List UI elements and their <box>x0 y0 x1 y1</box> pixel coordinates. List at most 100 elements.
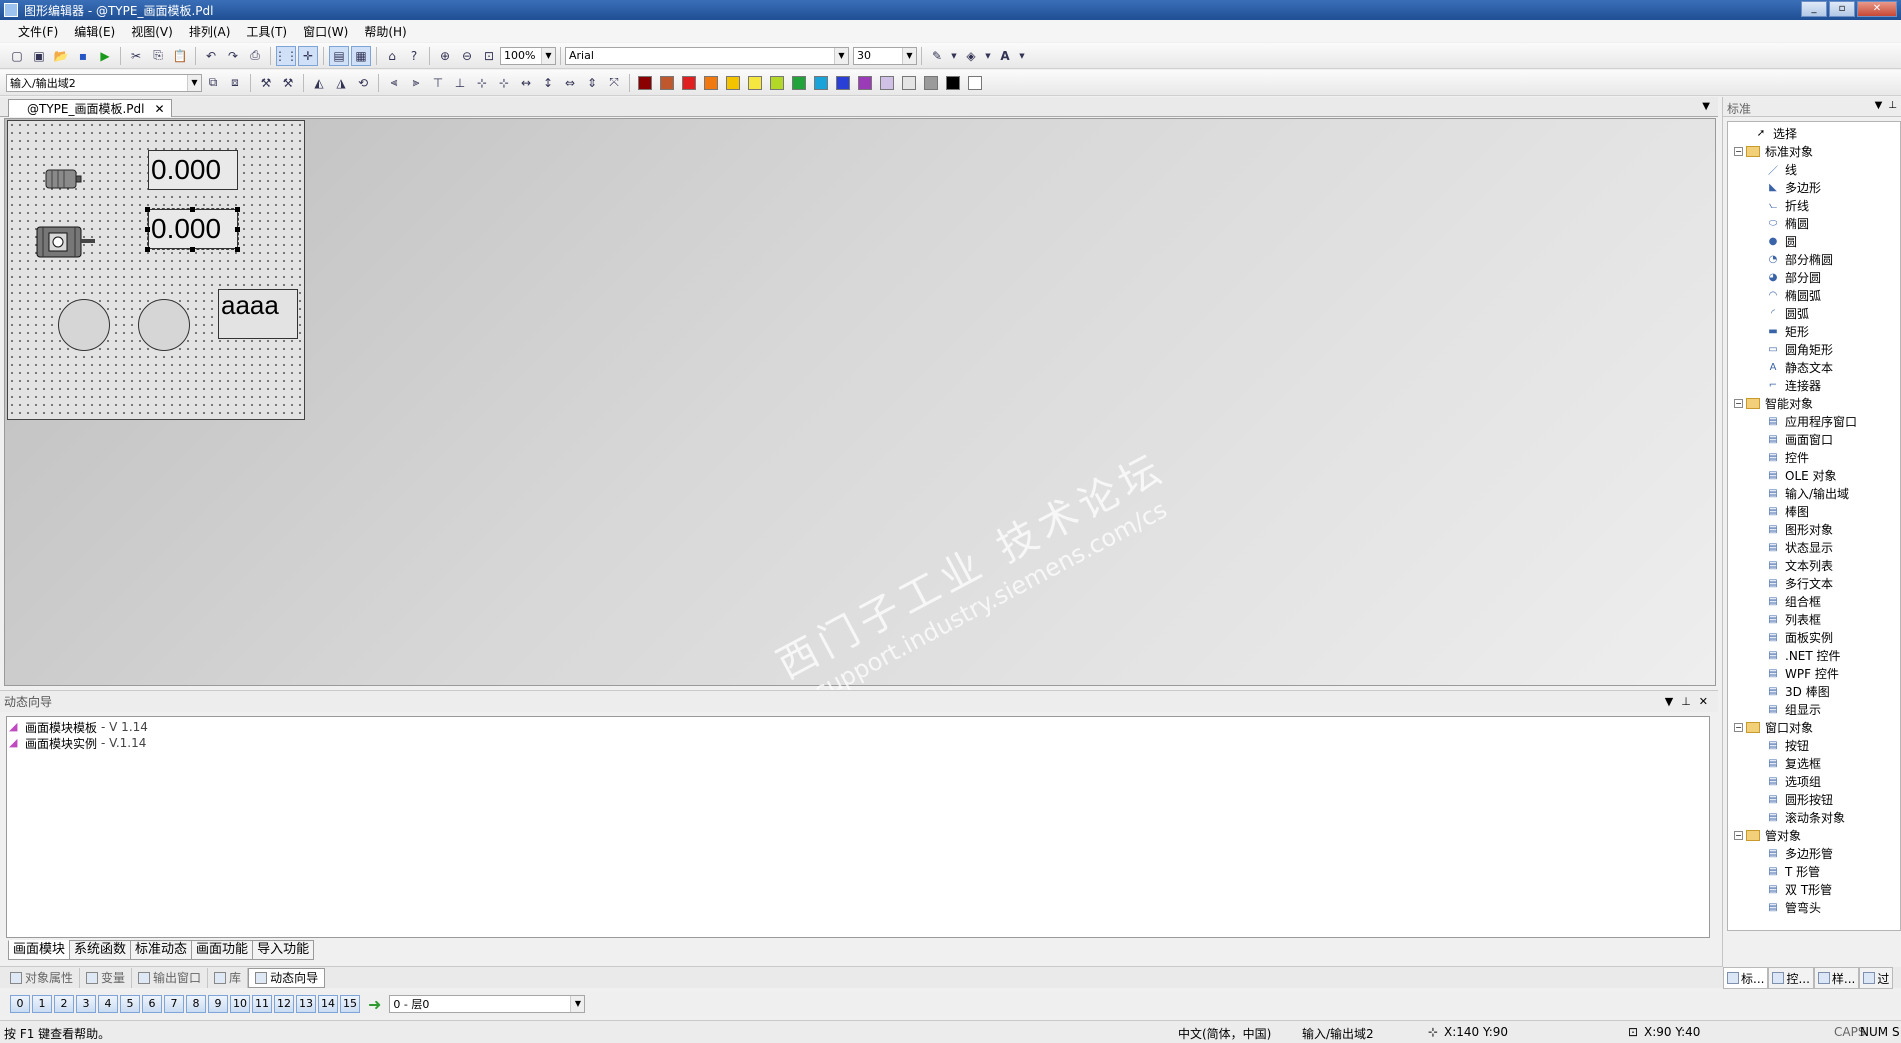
color-swatch[interactable] <box>638 75 652 90</box>
selection-handle[interactable] <box>190 207 195 212</box>
minimize-button[interactable]: _ <box>1801 1 1827 17</box>
circle-object[interactable] <box>138 299 190 351</box>
layer-button[interactable]: 13 <box>296 995 316 1013</box>
tree-item[interactable]: ／线 <box>1728 160 1900 178</box>
chevron-down-icon[interactable]: ▼ <box>949 46 959 66</box>
tree-group-standard[interactable]: − 标准对象 <box>1728 142 1900 160</box>
redo-icon[interactable]: ↷ <box>223 46 243 66</box>
same-size-icon[interactable]: ⤧ <box>604 73 624 93</box>
align-top-icon[interactable]: ⊤ <box>428 73 448 93</box>
collapse-icon[interactable]: − <box>1734 722 1743 732</box>
tree-item[interactable]: ▤ 圆形按钮 <box>1728 790 1900 808</box>
layer-button[interactable]: 9 <box>208 995 228 1013</box>
layers-icon[interactable]: ▤ <box>329 45 349 66</box>
zoom-combo[interactable]: 100% ▼ <box>500 46 556 65</box>
color-swatch[interactable] <box>748 75 762 90</box>
tree-item[interactable]: ▤ 图形对象 <box>1728 520 1900 538</box>
font-size-combo[interactable]: 30 ▼ <box>853 46 917 65</box>
tree-item[interactable]: ▤ 棒图 <box>1728 502 1900 520</box>
selection-handle[interactable] <box>235 207 240 212</box>
pin-icon[interactable]: ⊥ <box>1681 695 1691 708</box>
color-swatch[interactable] <box>858 75 872 90</box>
tree-item[interactable]: ▤ 组显示 <box>1728 700 1900 718</box>
layer-button[interactable]: 1 <box>32 995 52 1013</box>
layer-button[interactable]: 4 <box>98 995 118 1013</box>
tree-item[interactable]: ▤ 文本列表 <box>1728 556 1900 574</box>
tree-item[interactable]: ▤ 列表框 <box>1728 610 1900 628</box>
color-swatch[interactable] <box>946 75 960 90</box>
layer-button[interactable]: 15 <box>340 995 360 1013</box>
run-icon[interactable]: ▶ <box>95 46 115 66</box>
io-field-2[interactable]: 0.000 <box>147 208 239 250</box>
tree-item[interactable]: ◜ 圆弧 <box>1728 304 1900 322</box>
print-icon[interactable]: ⎙ <box>245 46 265 66</box>
tree-item[interactable]: A 静态文本 <box>1728 358 1900 376</box>
chevron-down-icon[interactable]: ▼ <box>1702 101 1710 112</box>
chevron-down-icon[interactable]: ▼ <box>1017 46 1027 66</box>
zoom-in-icon[interactable]: ⊕ <box>435 46 455 66</box>
snap-icon[interactable]: ✛ <box>298 45 318 66</box>
color-swatch[interactable] <box>704 75 718 90</box>
tree-item[interactable]: ⌐ 连接器 <box>1728 376 1900 394</box>
tree-item[interactable]: ● 圆 <box>1728 232 1900 250</box>
layer-button[interactable]: 7 <box>164 995 184 1013</box>
color-swatch[interactable] <box>726 75 740 90</box>
chevron-down-icon[interactable]: ▼ <box>983 46 993 66</box>
color-swatch[interactable] <box>902 75 916 90</box>
fill-color-icon[interactable]: ◈ <box>961 46 981 66</box>
tree-item[interactable]: ▤ 管弯头 <box>1728 898 1900 916</box>
copy-icon[interactable]: ⎘ <box>148 46 168 66</box>
list-item[interactable]: ◢ 画面模块实例 - V.1.14 <box>9 735 1707 751</box>
font-color-icon[interactable]: A <box>995 46 1015 66</box>
space-horizontal-icon[interactable]: ↔ <box>516 73 536 93</box>
close-icon[interactable]: ✕ <box>1699 695 1708 708</box>
canvas-workspace[interactable]: 0.000 0.000 aaaa 西门子工业 技术论坛 support.indu… <box>4 118 1716 706</box>
maximize-button[interactable]: ▫ <box>1829 1 1855 17</box>
open-folder-icon[interactable]: 📂 <box>51 46 71 66</box>
tree-item[interactable]: ▤ 状态显示 <box>1728 538 1900 556</box>
tree-item[interactable]: ▤ 滚动条对象 <box>1728 808 1900 826</box>
tree-item[interactable]: ▬ 矩形 <box>1728 322 1900 340</box>
tab-controls[interactable]: 控... <box>1768 967 1814 989</box>
zoom-fit-icon[interactable]: ⊡ <box>479 46 499 66</box>
tree-item[interactable]: ▤ WPF 控件 <box>1728 664 1900 682</box>
tree-item[interactable]: ▤ 复选框 <box>1728 754 1900 772</box>
tree-item-select[interactable]: ➚ 选择 <box>1728 124 1900 142</box>
color-swatch[interactable] <box>792 75 806 90</box>
wand-off-icon[interactable]: ⚒ <box>278 73 298 93</box>
properties-icon[interactable]: ⌂ <box>382 46 402 66</box>
collapse-icon[interactable]: − <box>1734 830 1743 840</box>
tree-item[interactable]: ▤ OLE 对象 <box>1728 466 1900 484</box>
tree-item[interactable]: ▤ 多行文本 <box>1728 574 1900 592</box>
mirror-horizontal-icon[interactable]: ◭ <box>309 73 329 93</box>
motor-small-icon[interactable] <box>44 166 82 192</box>
menu-help[interactable]: 帮助(H) <box>356 23 414 40</box>
wand-icon[interactable]: ⚒ <box>256 73 276 93</box>
color-swatch[interactable] <box>880 75 894 90</box>
layer-button[interactable]: 3 <box>76 995 96 1013</box>
menu-window[interactable]: 窗口(W) <box>295 23 356 40</box>
new-file-icon[interactable]: ▢ <box>7 46 27 66</box>
tab-import-functions[interactable]: 导入功能 <box>252 940 315 960</box>
grid-icon[interactable]: ⋮⋮ <box>274 45 298 66</box>
layer-button[interactable]: 12 <box>274 995 294 1013</box>
menu-view[interactable]: 视图(V) <box>123 23 181 40</box>
selection-handle[interactable] <box>235 227 240 232</box>
ungroup-icon[interactable]: ⧈ <box>225 73 245 93</box>
selection-handle[interactable] <box>145 207 150 212</box>
layer-button[interactable]: 10 <box>230 995 250 1013</box>
tab-picture-modules[interactable]: 画面模块 <box>8 940 71 960</box>
tab-standard[interactable]: 标... <box>1723 967 1769 989</box>
layer-button[interactable]: 6 <box>142 995 162 1013</box>
tab-dynamic-wizard[interactable]: 动态向导 <box>248 967 326 988</box>
tab-process[interactable]: 过 <box>1859 967 1894 989</box>
tab-library[interactable]: 库 <box>208 967 249 988</box>
tree-item[interactable]: ▤ 按钮 <box>1728 736 1900 754</box>
io-field-1[interactable]: 0.000 <box>148 150 238 190</box>
color-swatch[interactable] <box>814 75 828 90</box>
selection-handle[interactable] <box>190 247 195 252</box>
tree-item[interactable]: ▤ .NET 控件 <box>1728 646 1900 664</box>
static-text[interactable]: aaaa <box>218 289 298 339</box>
same-height-icon[interactable]: ⇕ <box>582 73 602 93</box>
layer-button[interactable]: 2 <box>54 995 74 1013</box>
